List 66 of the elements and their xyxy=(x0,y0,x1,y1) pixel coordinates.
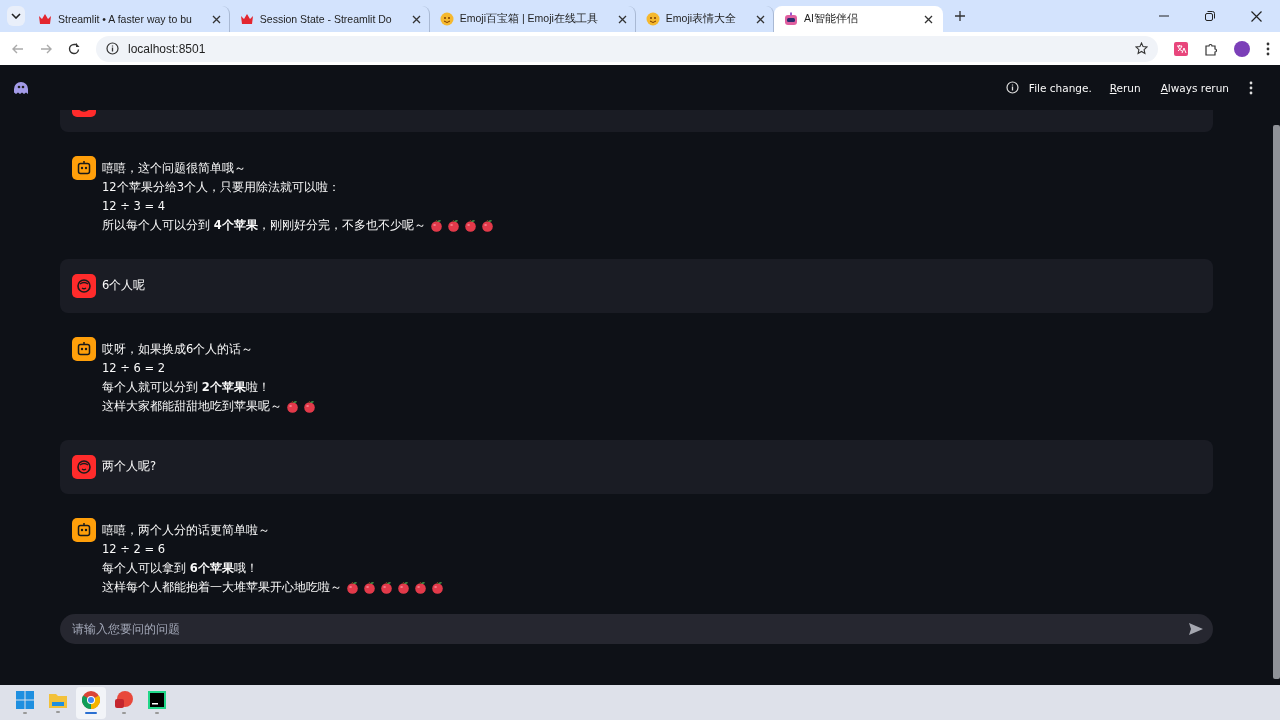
robot-avatar-icon xyxy=(72,156,96,180)
robot-icon xyxy=(784,12,799,26)
info-icon xyxy=(1005,81,1019,94)
message-text: 12个苹果分给3个人，只要用除法就可以啦： xyxy=(102,179,340,196)
bookmark-star-icon[interactable] xyxy=(1135,42,1148,55)
folder-icon[interactable] xyxy=(49,692,67,708)
new-tab-icon[interactable] xyxy=(955,11,965,21)
presentation-app-icon[interactable] xyxy=(115,691,133,709)
apple-icon xyxy=(414,581,427,594)
reload-icon[interactable] xyxy=(68,42,80,55)
message-text: 这样大家都能甜甜地吃到苹果呢～ xyxy=(102,398,282,415)
message-text: 嘻嘻，两个人分的话更简单啦～ xyxy=(102,522,270,539)
status-text: File change. xyxy=(1028,81,1092,94)
face-icon xyxy=(645,12,660,26)
apple-icon xyxy=(429,219,443,232)
tab-list-button[interactable] xyxy=(7,6,25,26)
scrollbar[interactable] xyxy=(1273,125,1280,679)
windows-start-icon[interactable] xyxy=(16,691,34,709)
message-text: 每个人就可以分到 2个苹果啦！ xyxy=(102,379,270,396)
close-icon[interactable] xyxy=(1251,10,1262,22)
info-icon xyxy=(106,42,119,55)
browser-tab[interactable]: AI智能伴侣 xyxy=(774,6,943,32)
translate-icon[interactable] xyxy=(1174,41,1188,56)
apple-icon xyxy=(397,581,410,594)
caret-icon xyxy=(11,13,21,19)
message-text: 12 ÷ 2 = 6 xyxy=(102,541,166,558)
chat-input-field[interactable]: 请输入您要问的问题 xyxy=(60,614,1213,644)
message-text: 12 ÷ 3 = 4 xyxy=(102,198,166,215)
apple-icon xyxy=(286,400,299,413)
message-text: 6个人呢 xyxy=(102,277,146,294)
close-icon[interactable] xyxy=(411,14,421,24)
close-icon[interactable] xyxy=(924,14,933,24)
message-text: 两个人呢? xyxy=(102,458,157,475)
header-action-link[interactable]: Always rerun xyxy=(1160,81,1229,94)
apple-icon xyxy=(431,581,444,594)
restore-icon[interactable] xyxy=(1205,11,1215,21)
apple-icon xyxy=(463,219,477,232)
extensions-icon[interactable] xyxy=(1204,41,1218,56)
apple-icon xyxy=(446,219,460,232)
header-action-link[interactable]: Rerun xyxy=(1109,81,1141,94)
send-icon[interactable] xyxy=(1189,623,1203,635)
more-icon[interactable] xyxy=(1266,41,1270,56)
apple-icon xyxy=(380,581,393,594)
apple-icon xyxy=(346,581,359,594)
message-text: 每个人可以拿到 6个苹果哦！ xyxy=(102,560,258,577)
avatar-icon[interactable] xyxy=(1234,40,1250,57)
chrome-icon[interactable] xyxy=(82,691,100,709)
apple-icon xyxy=(363,581,376,594)
message-text: 所以每个人可以分到 4个苹果，刚刚好分完，不多也不少呢～ xyxy=(102,217,426,234)
message-text: 12 ÷ 6 = 2 xyxy=(102,360,166,377)
message-text: 嘻嘻，这个问题很简单哦～ xyxy=(102,160,246,177)
crown-icon xyxy=(38,13,52,25)
robot-avatar-icon xyxy=(72,337,96,361)
apple-icon xyxy=(303,400,316,413)
close-icon[interactable] xyxy=(756,14,766,24)
close-icon[interactable] xyxy=(617,14,627,24)
face-icon xyxy=(439,12,454,26)
more-icon[interactable] xyxy=(1249,80,1253,95)
message-text: 哎呀，如果换成6个人的话～ xyxy=(102,341,254,358)
crown-icon xyxy=(239,13,254,25)
robot-avatar-icon xyxy=(72,518,96,542)
message-text: 这样每个人都能抱着一大堆苹果开心地吃啦～ xyxy=(102,579,342,596)
apple-icon xyxy=(480,219,494,232)
address-bar[interactable]: localhost:8501 xyxy=(96,35,1158,62)
close-icon[interactable] xyxy=(211,14,221,24)
ide-app-icon[interactable] xyxy=(148,691,166,709)
